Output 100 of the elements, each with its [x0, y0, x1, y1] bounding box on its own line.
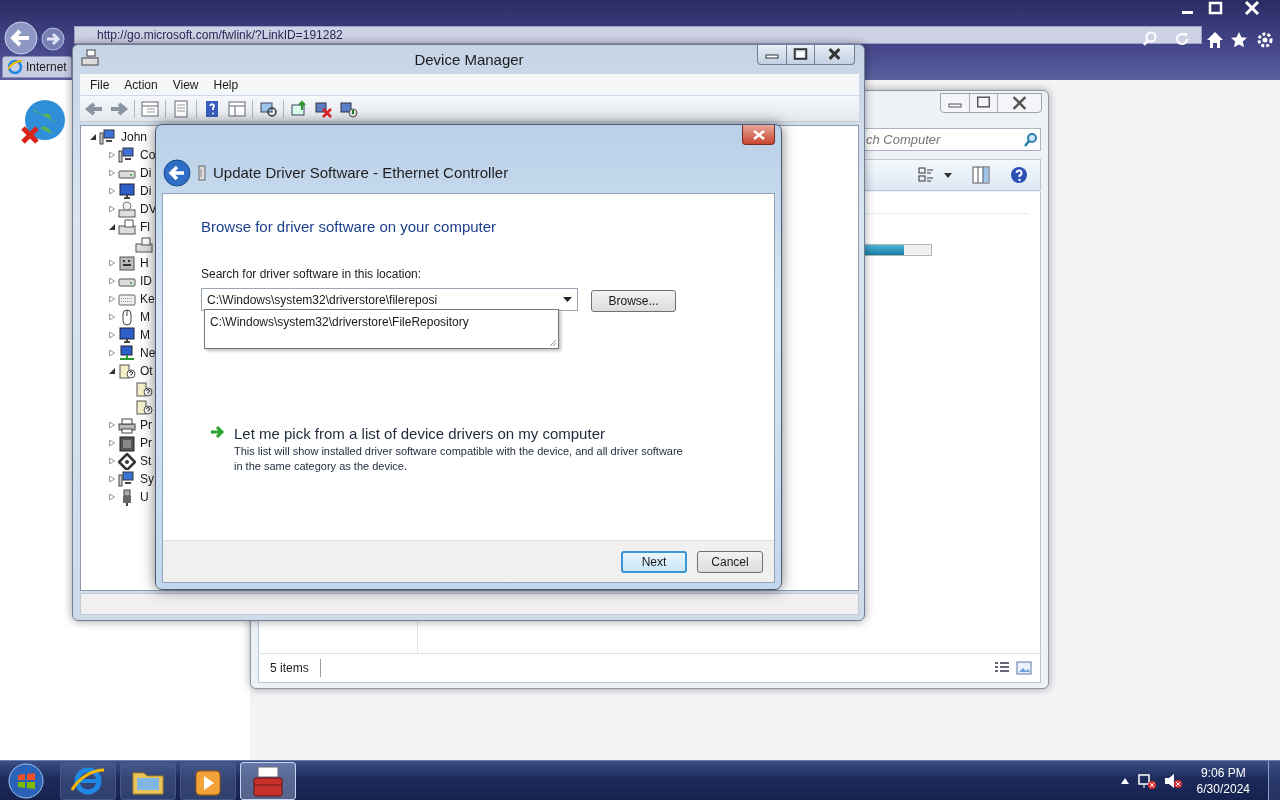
window-icon[interactable] — [140, 99, 160, 118]
start-button-icon[interactable] — [6, 761, 46, 800]
preview-pane-icon[interactable] — [972, 166, 990, 184]
path-combo-box[interactable]: C:\Windows\system32\driverstore\filereposi — [201, 288, 578, 311]
browse-button[interactable]: Browse... — [591, 290, 676, 312]
tree-item[interactable]: M — [140, 308, 150, 326]
dropdown-arrow-icon[interactable] — [563, 297, 572, 303]
expand-arrow-icon[interactable] — [108, 187, 116, 195]
collapse-arrow-icon[interactable] — [108, 223, 116, 231]
clock-time[interactable]: 9:06 PM — [1200, 764, 1246, 781]
speaker-muted-icon[interactable] — [1162, 771, 1183, 790]
status-text: 5 items — [259, 659, 321, 677]
monitor-icon — [118, 326, 136, 344]
network-error-icon[interactable] — [1136, 771, 1157, 790]
expand-arrow-icon[interactable] — [108, 349, 116, 357]
close-button[interactable] — [742, 125, 775, 145]
tree-item[interactable]: ID — [140, 272, 152, 290]
network-card-icon — [197, 165, 207, 181]
expand-arrow-icon[interactable] — [108, 457, 116, 465]
storage-controller-icon — [118, 452, 136, 470]
expand-arrow-icon[interactable] — [108, 259, 116, 267]
chip-icon — [118, 434, 136, 452]
view-options-icon[interactable] — [918, 166, 952, 184]
optical-drive-icon — [118, 200, 136, 218]
taskbar-button[interactable] — [180, 761, 236, 800]
clock-date[interactable]: 6/30/2024 — [1196, 780, 1250, 797]
address-text: http://go.microsoft.com/fwlink/?LinkID=191282 — [96, 28, 343, 42]
tree-item[interactable]: Ke — [140, 290, 155, 308]
resize-grip-icon[interactable] — [549, 339, 557, 347]
autocomplete-item[interactable]: C:\Windows\system32\driverstore\FileRepository — [205, 310, 558, 331]
tree-item[interactable]: Co — [140, 146, 156, 164]
device-manager-icon — [81, 49, 99, 67]
expand-arrow-icon[interactable] — [108, 277, 116, 285]
refresh-icon[interactable] — [1174, 31, 1190, 47]
expand-arrow-icon[interactable] — [108, 493, 116, 501]
properties-icon[interactable] — [171, 99, 191, 118]
details-view-icon[interactable] — [994, 661, 1010, 675]
tree-item[interactable]: Di — [140, 164, 152, 182]
globe-error-icon — [20, 98, 68, 146]
tree-item[interactable]: Fl — [140, 218, 150, 236]
tree-item[interactable]: St — [140, 452, 152, 470]
dialog-title: Update Driver Software - Ethernet Controller — [213, 162, 509, 183]
back-button-icon[interactable] — [163, 159, 191, 187]
expand-arrow-icon[interactable] — [108, 205, 116, 213]
section-heading: Browse for driver software on your computer — [201, 217, 497, 237]
settings-icon[interactable] — [1256, 31, 1274, 49]
link-description: This list will show installed driver software compatible with the device, and all driver software in the same category as the device. — [234, 444, 684, 474]
collapse-arrow-icon[interactable] — [89, 133, 97, 141]
collapse-arrow-icon[interactable] — [108, 367, 116, 375]
close-icon — [752, 129, 765, 140]
tree-item[interactable]: Pr — [140, 416, 152, 434]
tree-item[interactable]: Ne — [140, 344, 156, 362]
expand-arrow-icon[interactable] — [108, 313, 116, 321]
help-icon[interactable] — [1010, 166, 1028, 184]
enable-device-icon[interactable] — [339, 99, 359, 118]
monitor-icon — [118, 182, 136, 200]
menu-item[interactable]: Help — [207, 75, 245, 94]
scan-hardware-icon[interactable] — [258, 99, 278, 118]
taskbar-button[interactable] — [60, 761, 116, 800]
expand-arrow-icon[interactable] — [108, 331, 116, 339]
tree-item[interactable]: Ot — [140, 362, 153, 380]
tree-item[interactable]: H — [140, 254, 149, 272]
tree-item[interactable]: U — [140, 488, 149, 506]
expand-arrow-icon[interactable] — [108, 421, 116, 429]
tree-item[interactable]: John — [121, 128, 148, 146]
input-device-icon — [118, 254, 136, 272]
unknown-device-icon — [135, 398, 153, 416]
search-field[interactable]: ch Computer — [863, 128, 1041, 151]
taskbar-button[interactable] — [120, 761, 176, 800]
menu-item[interactable]: Action — [118, 75, 164, 94]
next-button[interactable]: Next — [621, 550, 687, 573]
menu-item[interactable]: View — [166, 75, 205, 94]
expand-arrow-icon[interactable] — [108, 439, 116, 447]
search-icon[interactable] — [1022, 131, 1038, 148]
uninstall-icon[interactable] — [314, 99, 334, 118]
expand-arrow-icon[interactable] — [108, 151, 116, 159]
browser-tab[interactable]: Internet — [2, 56, 72, 78]
tree-item[interactable]: Di — [140, 182, 152, 200]
address-bar[interactable]: http://go.microsoft.com/fwlink/?LinkID=191282 — [74, 26, 1202, 44]
arrow-icon — [210, 425, 225, 439]
tree-item[interactable]: Sy — [140, 470, 154, 488]
search-placeholder: ch Computer — [866, 130, 941, 149]
field-label: Search for driver software in this location: — [201, 266, 422, 283]
computer-icon — [99, 128, 117, 146]
floppy-drive-icon — [118, 218, 136, 236]
forward-button-icon[interactable] — [41, 27, 65, 51]
home-icon[interactable] — [1206, 31, 1224, 49]
tree-item[interactable]: Pr — [140, 434, 152, 452]
tree-item[interactable]: M — [140, 326, 150, 344]
expand-arrow-icon[interactable] — [108, 475, 116, 483]
star-icon[interactable] — [1230, 31, 1248, 49]
cancel-button[interactable]: Cancel — [697, 550, 763, 573]
window-icon[interactable] — [227, 99, 247, 118]
menu-item[interactable]: File — [84, 75, 116, 94]
expand-arrow-icon[interactable] — [108, 295, 116, 303]
show-hidden-icons-icon[interactable] — [1120, 777, 1129, 784]
pick-driver-link[interactable]: Let me pick from a list of device drivers on my computer — [234, 423, 605, 446]
expand-arrow-icon[interactable] — [108, 169, 116, 177]
search-icon[interactable] — [1142, 31, 1158, 47]
show-desktop-button[interactable] — [1268, 761, 1280, 800]
